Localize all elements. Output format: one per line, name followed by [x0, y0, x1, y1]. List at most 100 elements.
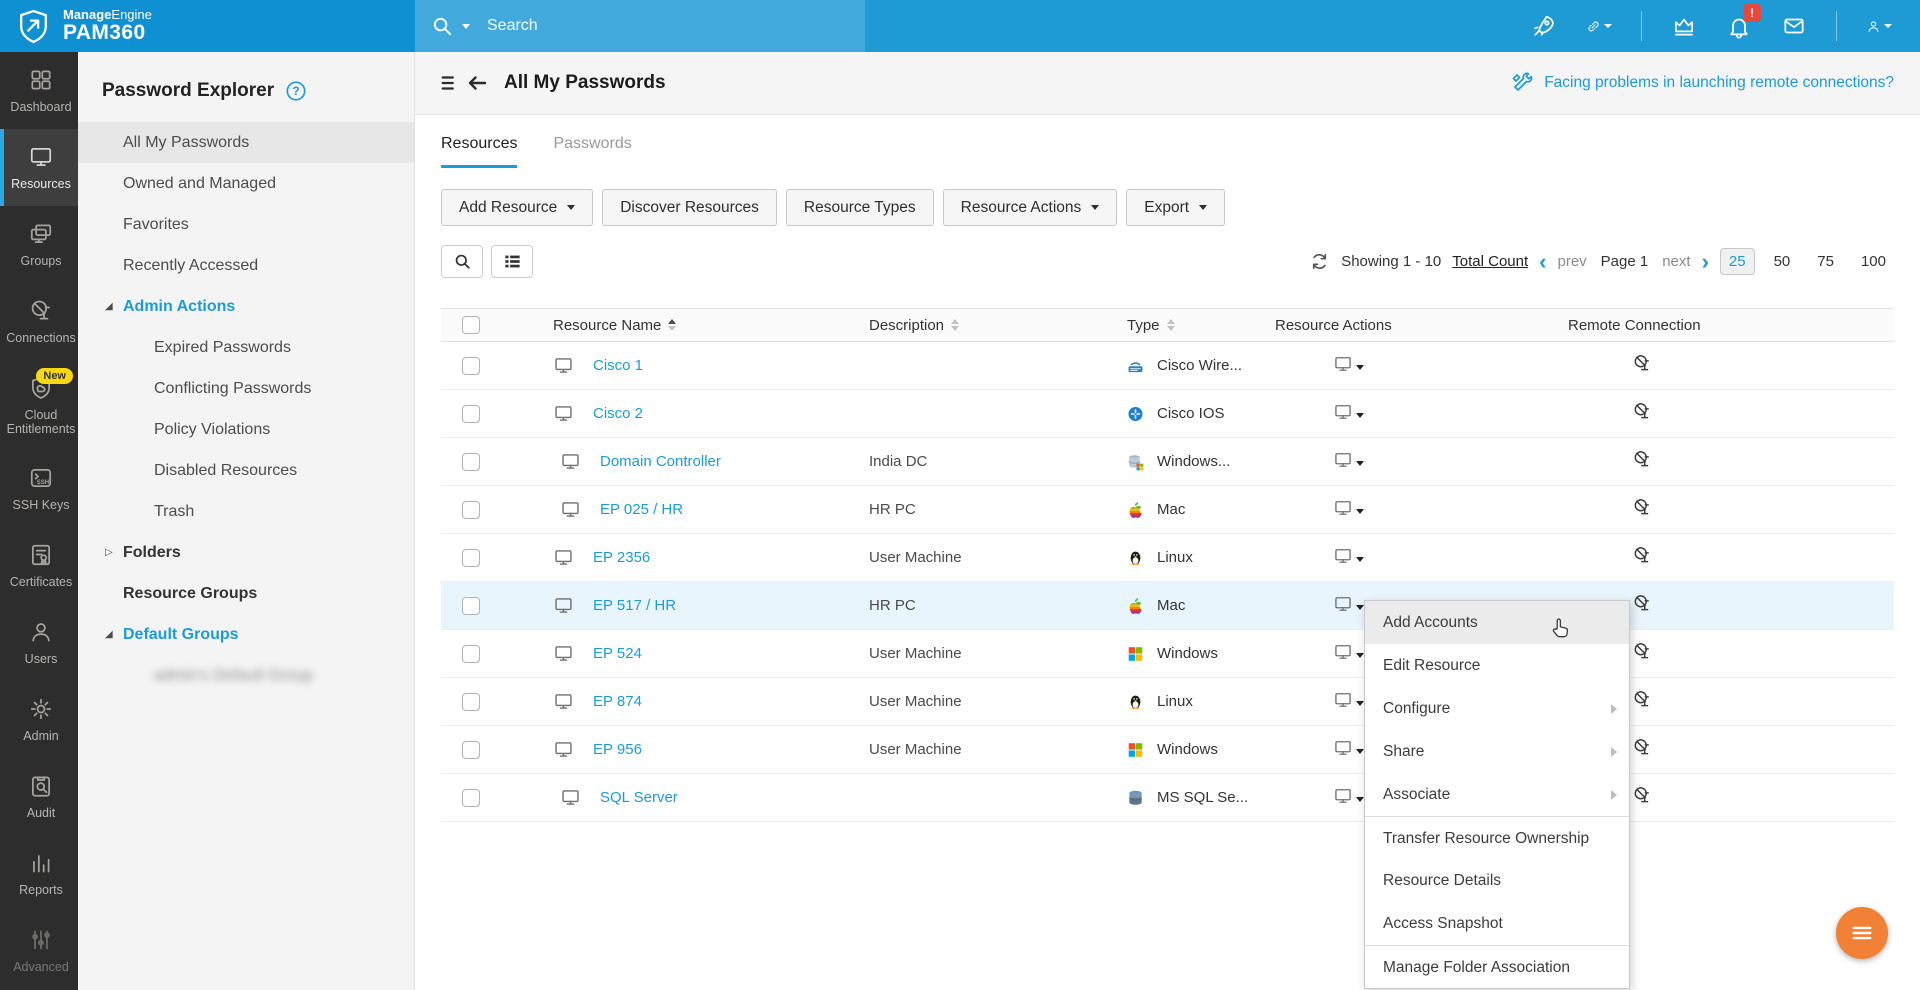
menu-item-transfer-resource-ownership[interactable]: Transfer Resource Ownership: [1365, 816, 1629, 859]
row-checkbox[interactable]: [462, 692, 480, 711]
explorer-item-trash[interactable]: Trash: [78, 491, 414, 532]
explorer-item-resource-groups[interactable]: Resource Groups: [78, 573, 414, 614]
rocket-icon[interactable]: [1531, 13, 1557, 39]
explorer-item-admin-actions[interactable]: ◢ Admin Actions: [78, 286, 414, 327]
resource-actions-dropdown[interactable]: [1333, 354, 1364, 374]
resource-actions-dropdown[interactable]: [1333, 786, 1364, 806]
global-search-input[interactable]: Search: [415, 0, 865, 52]
page-size-75[interactable]: 75: [1809, 249, 1842, 274]
menu-item-resource-details[interactable]: Resource Details: [1365, 859, 1629, 902]
explorer-item-admin-s-default-group[interactable]: admin's Default Group: [78, 655, 414, 696]
tab-resources[interactable]: Resources: [441, 135, 518, 168]
resource-name-link[interactable]: Cisco 1: [593, 357, 643, 374]
brand-logo[interactable]: ManageEngine PAM360: [0, 0, 415, 52]
resource-name-link[interactable]: SQL Server: [600, 789, 678, 806]
expand-toggle-icon[interactable]: ▷: [105, 547, 113, 558]
sidebar-item-groups[interactable]: Groups: [0, 206, 78, 283]
page-size-50[interactable]: 50: [1766, 249, 1799, 274]
remote-connection-icon[interactable]: [1632, 497, 1653, 518]
refresh-icon[interactable]: [1309, 251, 1330, 272]
add-resource-button[interactable]: Add Resource: [441, 189, 594, 226]
remote-connection-icon[interactable]: [1632, 737, 1653, 758]
discover-resources-button[interactable]: Discover Resources: [602, 189, 777, 226]
resource-actions-dropdown[interactable]: [1333, 402, 1364, 422]
collapse-toggle-icon[interactable]: ◢: [105, 301, 113, 312]
menu-item-manage-folder-association[interactable]: Manage Folder Association: [1365, 945, 1629, 988]
next-page-button[interactable]: next: [1662, 253, 1690, 270]
sidebar-item-connections[interactable]: Connections: [0, 283, 78, 360]
remote-connection-icon[interactable]: [1632, 449, 1653, 470]
remote-connection-icon[interactable]: [1632, 401, 1653, 422]
resource-actions-dropdown[interactable]: [1333, 546, 1364, 566]
sidebar-item-advanced[interactable]: Advanced: [0, 912, 78, 989]
explorer-item-policy-violations[interactable]: Policy Violations: [78, 409, 414, 450]
bell-icon[interactable]: !: [1726, 4, 1761, 39]
sidebar-item-admin[interactable]: Admin: [0, 681, 78, 758]
sidebar-item-certificates[interactable]: Certificates: [0, 527, 78, 604]
row-checkbox[interactable]: [462, 452, 480, 471]
mail-icon[interactable]: [1781, 13, 1807, 39]
export-button[interactable]: Export: [1126, 189, 1226, 226]
explorer-item-all-my-passwords[interactable]: All My Passwords: [78, 122, 414, 163]
remote-connection-icon[interactable]: [1632, 785, 1653, 806]
resource-name-link[interactable]: EP 524: [593, 645, 642, 662]
back-arrow-icon[interactable]: [465, 71, 489, 95]
row-checkbox[interactable]: [462, 404, 480, 423]
row-checkbox[interactable]: [462, 740, 480, 759]
sidebar-item-dashboard[interactable]: Dashboard: [0, 52, 78, 129]
menu-item-associate[interactable]: Associate: [1365, 773, 1629, 816]
help-icon[interactable]: ?: [285, 80, 307, 102]
list-view-button[interactable]: [491, 245, 533, 278]
resource-actions-dropdown[interactable]: [1333, 690, 1364, 710]
menu-item-share[interactable]: Share: [1365, 730, 1629, 773]
user-menu-icon[interactable]: [1866, 13, 1892, 39]
explorer-item-expired-passwords[interactable]: Expired Passwords: [78, 327, 414, 368]
resource-actions-dropdown[interactable]: [1333, 498, 1364, 518]
row-checkbox[interactable]: [462, 500, 480, 519]
explorer-item-favorites[interactable]: Favorites: [78, 204, 414, 245]
column-header-resource-name[interactable]: Resource Name: [501, 317, 869, 334]
floating-menu-button[interactable]: [1836, 907, 1888, 959]
resource-name-link[interactable]: EP 517 / HR: [593, 597, 676, 614]
resource-name-link[interactable]: EP 2356: [593, 549, 650, 566]
resource-name-link[interactable]: Domain Controller: [600, 453, 721, 470]
row-checkbox[interactable]: [462, 548, 480, 567]
remote-connection-icon[interactable]: [1632, 545, 1653, 566]
explorer-item-folders[interactable]: ▷ Folders: [78, 532, 414, 573]
resource-actions-dropdown[interactable]: [1333, 738, 1364, 758]
attachment-icon[interactable]: [1586, 13, 1612, 39]
resource-actions-dropdown[interactable]: [1333, 450, 1364, 470]
remote-connection-icon[interactable]: [1632, 353, 1653, 374]
column-header-description[interactable]: Description: [869, 317, 1127, 334]
resource-actions-button[interactable]: Resource Actions: [942, 189, 1118, 226]
crown-icon[interactable]: [1671, 13, 1697, 39]
menu-item-edit-resource[interactable]: Edit Resource: [1365, 644, 1629, 687]
resource-actions-dropdown[interactable]: [1333, 594, 1364, 614]
remote-connection-icon[interactable]: [1632, 641, 1653, 662]
remote-connection-help-link[interactable]: Facing problems in launching remote conn…: [1510, 71, 1894, 95]
prev-page-button[interactable]: prev: [1557, 253, 1586, 270]
sidebar-item-audit[interactable]: Audit: [0, 758, 78, 835]
sort-arrows-icon[interactable]: [1166, 319, 1175, 331]
search-scope-caret-icon[interactable]: [462, 23, 470, 29]
sort-arrows-icon[interactable]: [951, 319, 960, 331]
prev-page-chevron-icon[interactable]: ‹: [1539, 250, 1546, 272]
collapse-panel-icon[interactable]: [439, 72, 461, 94]
remote-connection-icon[interactable]: [1632, 593, 1653, 614]
table-search-button[interactable]: [441, 245, 483, 278]
sidebar-item-resources[interactable]: Resources: [0, 129, 78, 206]
total-count-link[interactable]: Total Count: [1452, 253, 1528, 270]
explorer-item-recently-accessed[interactable]: Recently Accessed: [78, 245, 414, 286]
menu-item-access-snapshot[interactable]: Access Snapshot: [1365, 902, 1629, 945]
explorer-item-disabled-resources[interactable]: Disabled Resources: [78, 450, 414, 491]
explorer-item-conflicting-passwords[interactable]: Conflicting Passwords: [78, 368, 414, 409]
resource-types-button[interactable]: Resource Types: [785, 189, 934, 226]
row-checkbox[interactable]: [462, 644, 480, 663]
row-checkbox[interactable]: [462, 596, 480, 615]
explorer-item-default-groups[interactable]: ◢ Default Groups: [78, 614, 414, 655]
row-checkbox[interactable]: [462, 356, 480, 375]
select-all-checkbox[interactable]: [462, 316, 480, 334]
sidebar-item-users[interactable]: Users: [0, 604, 78, 681]
resource-name-link[interactable]: EP 025 / HR: [600, 501, 683, 518]
explorer-item-owned-and-managed[interactable]: Owned and Managed: [78, 163, 414, 204]
